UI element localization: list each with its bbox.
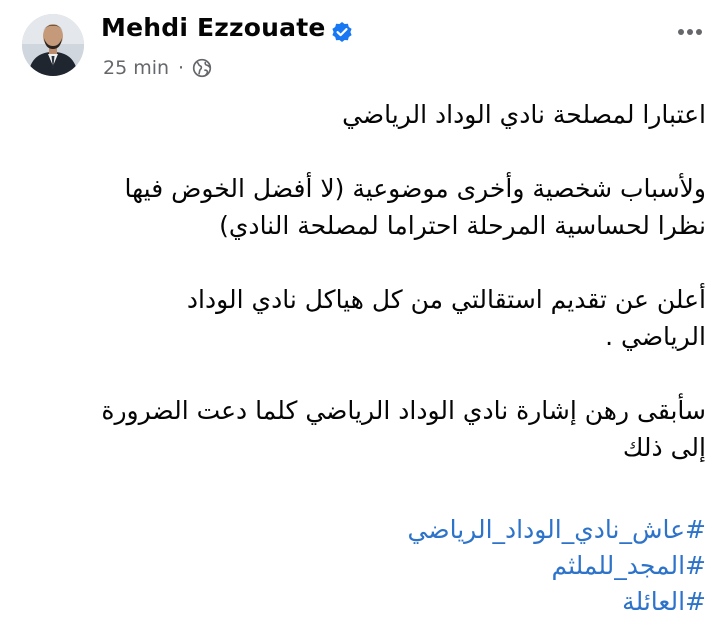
globe-icon[interactable] bbox=[192, 58, 212, 78]
meta-separator: · bbox=[178, 57, 185, 79]
post-paragraph: ولأسباب شخصية وأخرى موضوعية (لا أفضل الخ… bbox=[124, 174, 706, 240]
avatar-photo bbox=[22, 14, 84, 76]
avatar[interactable] bbox=[22, 14, 84, 76]
more-dots-icon bbox=[678, 29, 702, 35]
hashtag-link[interactable]: #المجد_للملثم bbox=[30, 548, 706, 584]
post-paragraph: أعلن عن تقديم استقالتي من كل هياكل نادي … bbox=[186, 285, 706, 351]
author-name[interactable]: Mehdi Ezzouate bbox=[101, 13, 326, 42]
post-paragraph: اعتبارا لمصلحة نادي الوداد الرياضي bbox=[342, 100, 706, 129]
post-paragraph: سأبقى رهن إشارة نادي الوداد الرياضي كلما… bbox=[101, 396, 706, 462]
post-body: اعتبارا لمصلحة نادي الوداد الرياضي ولأسب… bbox=[30, 96, 706, 620]
hashtag-list: #عاش_نادي_الوداد_الرياضي #المجد_للملثم #… bbox=[30, 512, 706, 620]
post-header: Mehdi Ezzouate 25 min · bbox=[0, 0, 720, 90]
verified-badge-icon bbox=[332, 22, 352, 42]
more-options-button[interactable] bbox=[670, 16, 710, 48]
post-timestamp[interactable]: 25 min bbox=[103, 57, 169, 79]
hashtag-link[interactable]: #عاش_نادي_الوداد_الرياضي bbox=[30, 512, 706, 548]
hashtag-link[interactable]: #العائلة bbox=[30, 584, 706, 620]
post-meta: 25 min · bbox=[103, 56, 212, 80]
